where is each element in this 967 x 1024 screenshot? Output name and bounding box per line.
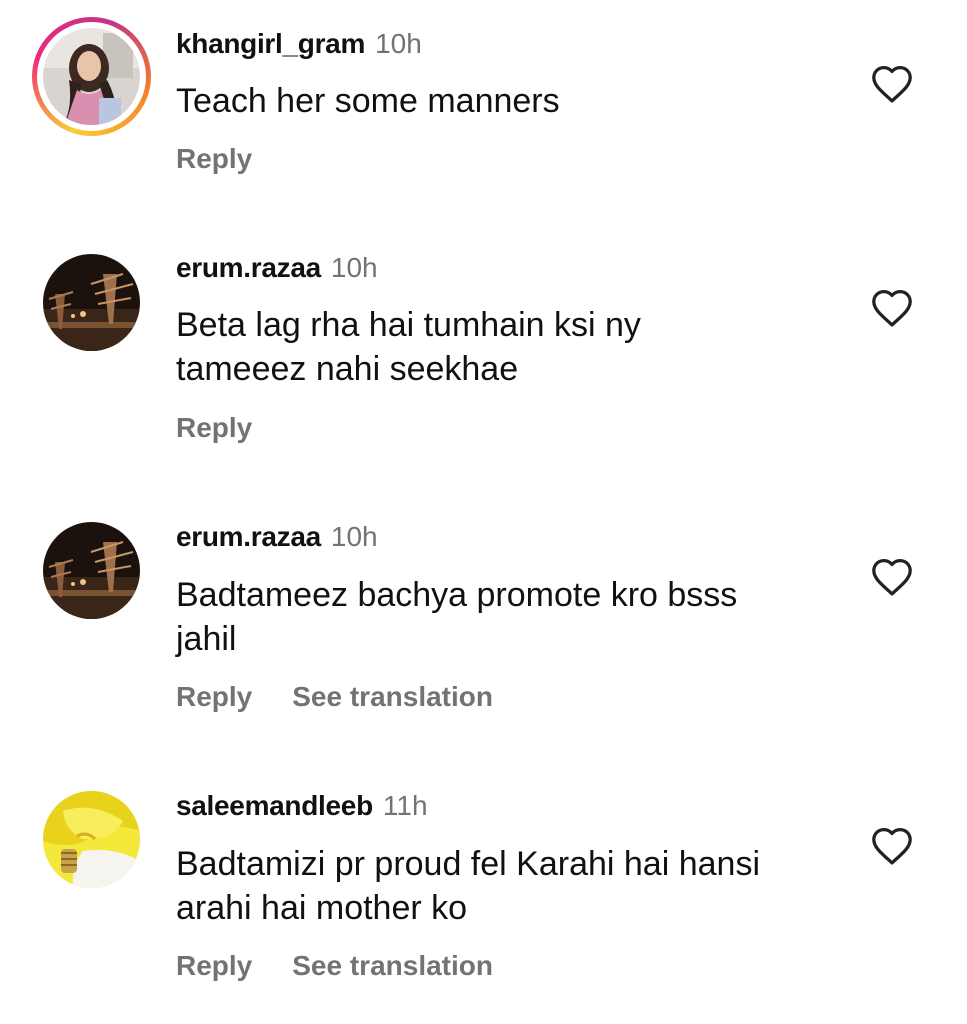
heart-outline-icon[interactable] xyxy=(870,826,914,866)
reply-button[interactable]: Reply xyxy=(176,143,252,174)
comment-text: Badtamizi pr proud fel Karahi hai hansi … xyxy=(176,842,836,930)
avatar[interactable] xyxy=(43,254,140,351)
comment-actions: Reply xyxy=(176,411,252,445)
reply-button[interactable]: Reply xyxy=(176,412,252,443)
comment-meta: erum.razaa 10h xyxy=(176,251,378,285)
timestamp: 10h xyxy=(375,28,422,59)
heart-outline-icon[interactable] xyxy=(870,64,914,104)
timestamp: 11h xyxy=(382,790,428,821)
story-ring[interactable] xyxy=(32,17,151,136)
username[interactable]: saleemandleeb xyxy=(176,790,373,821)
comment-line: Teach her some manners xyxy=(176,82,560,120)
timestamp: 10h xyxy=(330,252,378,283)
username[interactable]: khangirl_gram xyxy=(176,28,365,59)
comment-meta: khangirl_gram 10h xyxy=(176,27,422,61)
heart-outline-icon[interactable] xyxy=(870,288,914,328)
comment-text: Badtameez bachya promote kro bsss jahil xyxy=(176,573,836,661)
comment-text: Teach her some manners xyxy=(176,79,836,123)
comment-line: Badtameez bachya promote kro bsss xyxy=(176,576,738,614)
comment-actions: Reply See translation xyxy=(176,949,493,983)
avatar[interactable] xyxy=(43,28,140,125)
comment-actions: Reply xyxy=(176,142,252,176)
comment-line: jahil xyxy=(176,620,237,658)
comment-line: arahi hai mother ko xyxy=(176,889,468,927)
timestamp: 10h xyxy=(330,521,378,552)
avatar[interactable] xyxy=(43,522,140,619)
comment-text: Beta lag rha hai tumhain ksi ny tameeez … xyxy=(176,303,836,391)
heart-outline-icon[interactable] xyxy=(870,557,914,597)
see-translation-button[interactable]: See translation xyxy=(292,681,493,712)
comment-line: Badtamizi pr proud fel Karahi hai hansi xyxy=(176,845,760,883)
username[interactable]: erum.razaa xyxy=(176,252,321,283)
reply-button[interactable]: Reply xyxy=(176,681,252,712)
comment-meta: erum.razaa 10h xyxy=(176,520,378,554)
comment-meta: saleemandleeb 11h xyxy=(176,789,428,823)
comment-actions: Reply See translation xyxy=(176,680,493,714)
username[interactable]: erum.razaa xyxy=(176,521,321,552)
comment-line: Beta lag rha hai tumhain ksi ny xyxy=(176,306,641,344)
see-translation-button[interactable]: See translation xyxy=(292,950,493,981)
reply-button[interactable]: Reply xyxy=(176,950,252,981)
avatar[interactable] xyxy=(43,791,140,888)
comment-line: tameeez nahi seekhae xyxy=(176,350,519,388)
